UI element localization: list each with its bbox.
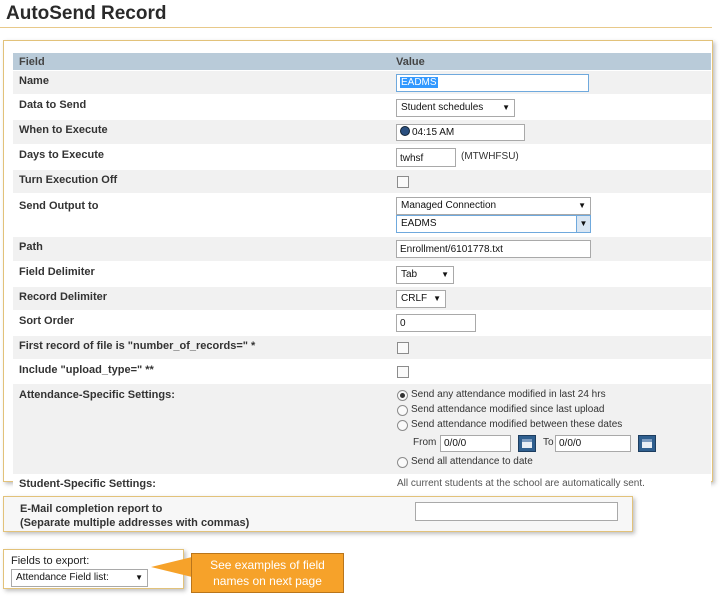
- to-label: To: [543, 437, 554, 448]
- to-date-value: 0/0/0: [559, 438, 582, 449]
- send-output-label: Send Output to: [19, 200, 99, 212]
- row-name: Name EADMS: [13, 70, 711, 94]
- name-input[interactable]: EADMS: [396, 74, 589, 92]
- dropdown-arrow-icon: ▼: [576, 216, 590, 232]
- email-panel: E-Mail completion report to (Separate mu…: [3, 496, 633, 532]
- dropdown-arrow-icon: ▼: [502, 103, 510, 112]
- email-label-line2: (Separate multiple addresses with commas…: [20, 517, 250, 529]
- row-first-record: First record of file is "number_of_recor…: [13, 335, 711, 359]
- row-days-to-execute: Days to Execute twhsf (MTWHFSU): [13, 144, 711, 169]
- student-value: All current students at the school are a…: [397, 478, 645, 489]
- first-record-label: First record of file is "number_of_recor…: [19, 340, 256, 352]
- to-date-input[interactable]: 0/0/0: [555, 435, 631, 452]
- name-label: Name: [19, 75, 49, 87]
- record-delimiter-select[interactable]: CRLF ▼: [396, 290, 446, 308]
- fields-export-select[interactable]: Attendance Field list: ▼: [11, 569, 148, 587]
- time-value: 04:15 AM: [412, 127, 455, 138]
- data-to-send-label: Data to Send: [19, 99, 87, 111]
- name-value: EADMS: [400, 77, 438, 88]
- row-send-output: Send Output to Managed Connection ▼ EADM…: [13, 193, 711, 236]
- execution-off-checkbox[interactable]: [397, 176, 409, 188]
- sort-order-value: 0: [400, 318, 406, 329]
- attendance-option-since-last: Send attendance modified since last uplo…: [411, 404, 605, 415]
- days-hint: (MTWHFSU): [461, 151, 519, 162]
- dropdown-arrow-icon: ▼: [578, 201, 586, 210]
- from-label: From: [413, 437, 437, 448]
- row-field-delimiter: Field Delimiter Tab ▼: [13, 261, 711, 286]
- exec-off-label: Turn Execution Off: [19, 174, 118, 186]
- attendance-option-all: Send all attendance to date: [411, 456, 533, 467]
- send-output-select[interactable]: Managed Connection ▼: [396, 197, 591, 215]
- attendance-radio-all[interactable]: [397, 457, 408, 468]
- column-header-value: Value: [396, 56, 425, 68]
- row-data-to-send: Data to Send Student schedules ▼: [13, 94, 711, 119]
- fields-export-label: Fields to export:: [11, 555, 90, 567]
- attendance-label: Attendance-Specific Settings:: [19, 389, 175, 401]
- settings-table: Field Value Name EADMS Data to Send Stud…: [13, 52, 711, 491]
- clock-icon: [400, 126, 410, 136]
- calendar-icon[interactable]: [518, 435, 536, 452]
- days-input[interactable]: twhsf: [396, 148, 456, 167]
- from-date-value: 0/0/0: [444, 438, 467, 449]
- path-label: Path: [19, 241, 43, 253]
- dropdown-arrow-icon: ▼: [441, 270, 449, 279]
- row-upload-type: Include "upload_type=" **: [13, 359, 711, 383]
- field-delimiter-select[interactable]: Tab ▼: [396, 266, 454, 284]
- days-label: Days to Execute: [19, 149, 104, 161]
- attendance-radio-between-dates[interactable]: [397, 420, 408, 431]
- row-when-to-execute: When to Execute 04:15 AM: [13, 119, 711, 144]
- row-student-settings: Student-Specific Settings: All current s…: [13, 474, 711, 491]
- send-output-value: Managed Connection: [401, 200, 497, 211]
- column-header-field: Field: [19, 56, 45, 68]
- send-output-connection-value: EADMS: [401, 218, 437, 229]
- row-sort-order: Sort Order 0: [13, 310, 711, 335]
- callout-note: See examples of field names on next page: [191, 553, 344, 593]
- record-delim-label: Record Delimiter: [19, 291, 108, 303]
- calendar-icon[interactable]: [638, 435, 656, 452]
- attendance-radio-24hrs[interactable]: [397, 390, 408, 401]
- row-record-delimiter: Record Delimiter CRLF ▼: [13, 286, 711, 310]
- upload-type-checkbox[interactable]: [397, 366, 409, 378]
- callout-line2: names on next page: [213, 574, 322, 588]
- callout-line1: See examples of field: [210, 558, 325, 572]
- title-divider: [0, 27, 712, 28]
- sort-order-input[interactable]: 0: [396, 314, 476, 332]
- email-input[interactable]: [415, 502, 618, 521]
- data-to-send-select[interactable]: Student schedules ▼: [396, 99, 515, 117]
- row-execution-off: Turn Execution Off: [13, 169, 711, 193]
- email-label-line1: E-Mail completion report to: [20, 503, 163, 515]
- first-record-checkbox[interactable]: [397, 342, 409, 354]
- when-label: When to Execute: [19, 124, 108, 136]
- record-delim-value: CRLF: [401, 293, 428, 304]
- row-attendance-settings: Attendance-Specific Settings: Send any a…: [13, 383, 711, 474]
- time-input[interactable]: 04:15 AM: [396, 124, 525, 141]
- field-delim-label: Field Delimiter: [19, 266, 95, 278]
- fields-export-value: Attendance Field list:: [16, 572, 109, 583]
- path-value: Enrollment/6101778.txt: [400, 244, 503, 255]
- row-path: Path Enrollment/6101778.txt: [13, 236, 711, 261]
- table-header: Field Value: [13, 52, 711, 70]
- attendance-radio-since-last[interactable]: [397, 405, 408, 416]
- path-input[interactable]: Enrollment/6101778.txt: [396, 240, 591, 258]
- callout-pointer: [151, 557, 192, 577]
- upload-type-label: Include "upload_type=" **: [19, 364, 154, 376]
- days-value: twhsf: [400, 153, 424, 164]
- data-to-send-value: Student schedules: [401, 102, 484, 113]
- field-delim-value: Tab: [401, 269, 418, 280]
- attendance-option-24hrs: Send any attendance modified in last 24 …: [411, 389, 606, 400]
- from-date-input[interactable]: 0/0/0: [440, 435, 511, 452]
- send-output-connection-select[interactable]: EADMS ▼: [396, 215, 591, 233]
- dropdown-arrow-icon: ▼: [135, 573, 143, 582]
- page-title: AutoSend Record: [6, 3, 167, 24]
- attendance-option-between-dates: Send attendance modified between these d…: [411, 419, 623, 430]
- dropdown-arrow-icon: ▼: [433, 294, 441, 303]
- student-label: Student-Specific Settings:: [19, 478, 156, 490]
- sort-order-label: Sort Order: [19, 315, 75, 327]
